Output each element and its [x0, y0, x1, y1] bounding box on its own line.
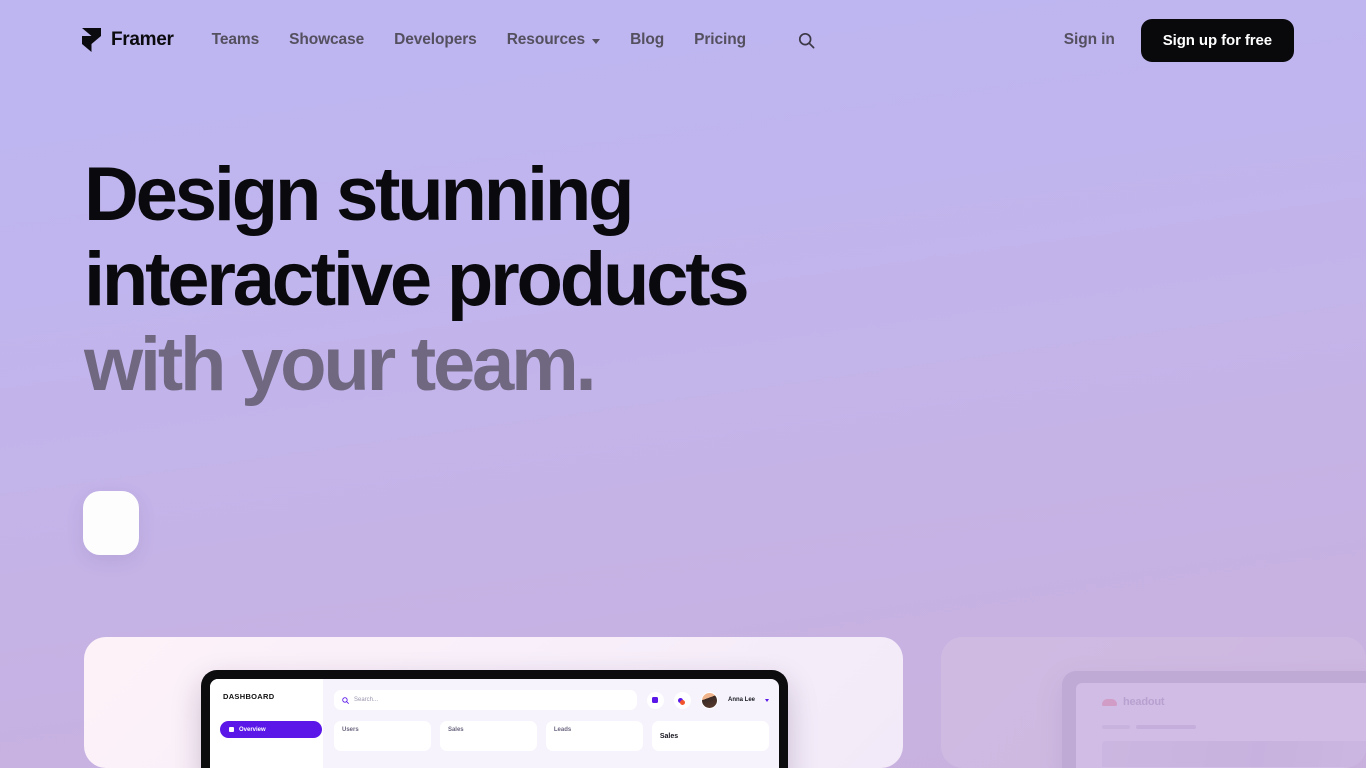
stat-label: Leads	[553, 727, 572, 733]
stat-label: Users	[342, 727, 359, 733]
sales-chart-card[interactable]: Sales	[651, 721, 769, 751]
breadcrumb	[1102, 725, 1366, 729]
headout-name: headout	[1123, 696, 1165, 708]
nav-link-developers[interactable]: Developers	[394, 31, 477, 49]
top-navigation-bar: Framer Teams Showcase Developers Resourc…	[0, 0, 1366, 80]
nav-link-label: Pricing	[694, 31, 746, 48]
nav-link-teams[interactable]: Teams	[211, 31, 260, 49]
nav-link-resources[interactable]: Resources	[506, 31, 601, 49]
framer-logo-icon	[82, 28, 101, 52]
showcase-card-headout[interactable]: headout	[941, 637, 1366, 768]
browser-screen: headout	[1076, 683, 1366, 768]
page-title: Design stunning interactive products wit…	[84, 152, 750, 408]
messages-button[interactable]	[646, 691, 664, 709]
showcase-card-dashboard[interactable]: DASHBOARD Overview Search... Anna Lee Us…	[84, 637, 903, 768]
showcase-gallery: DASHBOARD Overview Search... Anna Lee Us…	[0, 637, 1366, 768]
sign-up-button[interactable]: Sign up for free	[1140, 18, 1294, 62]
nav-link-label: Developers	[394, 31, 477, 48]
sidebar-item-overview[interactable]: Overview	[220, 721, 322, 738]
message-icon	[652, 697, 659, 703]
hero-cta-placeholder[interactable]	[83, 491, 139, 555]
browser-mockup: headout	[1062, 671, 1366, 768]
device-mockup: DASHBOARD Overview Search... Anna Lee Us…	[201, 670, 788, 768]
headline-line-3: with your team.	[84, 322, 597, 408]
notifications-button[interactable]	[673, 691, 691, 709]
nav-link-label: Resources	[506, 31, 586, 48]
brand-home-link[interactable]: Framer	[82, 28, 174, 52]
stat-card[interactable]: Users	[334, 721, 431, 751]
search-icon	[798, 32, 815, 48]
nav-link-blog[interactable]: Blog	[630, 31, 664, 49]
nav-links: Teams Showcase Developers Resources Blog…	[212, 31, 815, 49]
headout-logo: headout	[1102, 696, 1366, 708]
nav-link-showcase[interactable]: Showcase	[289, 31, 364, 49]
chevron-down-icon	[592, 38, 601, 44]
notification-badge	[680, 699, 686, 705]
dashboard-title: DASHBOARD	[223, 692, 275, 701]
browser-hero-image	[1102, 741, 1366, 767]
nav-link-pricing[interactable]: Pricing	[694, 31, 746, 49]
device-screen: DASHBOARD Overview Search... Anna Lee Us…	[210, 679, 779, 768]
stat-label: Sales	[659, 733, 679, 740]
user-name: Anna Lee	[727, 697, 755, 703]
search-icon	[342, 696, 349, 704]
sidebar-item-label: Overview	[239, 726, 266, 733]
dashboard-search-input[interactable]: Search...	[334, 690, 637, 710]
headline-line-1: Design stunning	[84, 152, 635, 237]
breadcrumb-item	[1102, 725, 1130, 729]
dashboard-stat-row: Users Sales Leads Sales	[334, 721, 769, 751]
headline-line-2: interactive products	[84, 237, 750, 323]
nav-link-label: Blog	[630, 31, 665, 48]
breadcrumb-item	[1136, 725, 1196, 729]
dashboard-topbar: Search... Anna Lee	[334, 690, 769, 710]
nav-actions: Sign in Sign up for free	[1064, 18, 1294, 62]
nav-link-label: Showcase	[289, 31, 365, 48]
stat-label: Sales	[447, 727, 464, 733]
dashboard-main: Search... Anna Lee Users Sales Leads Sal…	[323, 679, 779, 768]
stat-card[interactable]: Leads	[545, 721, 643, 751]
headout-mark-icon	[1102, 698, 1117, 706]
dashboard-sidebar: DASHBOARD Overview	[210, 679, 323, 768]
avatar[interactable]	[700, 691, 718, 709]
hero-section: Design stunning interactive products wit…	[84, 152, 750, 408]
brand-name: Framer	[111, 29, 174, 50]
search-button[interactable]	[798, 32, 815, 49]
nav-link-label: Teams	[211, 31, 260, 48]
search-placeholder: Search...	[354, 697, 379, 703]
home-icon	[229, 727, 234, 732]
sign-in-link[interactable]: Sign in	[1064, 31, 1115, 49]
stat-card[interactable]: Sales	[439, 721, 537, 751]
chevron-down-icon[interactable]	[765, 698, 769, 702]
